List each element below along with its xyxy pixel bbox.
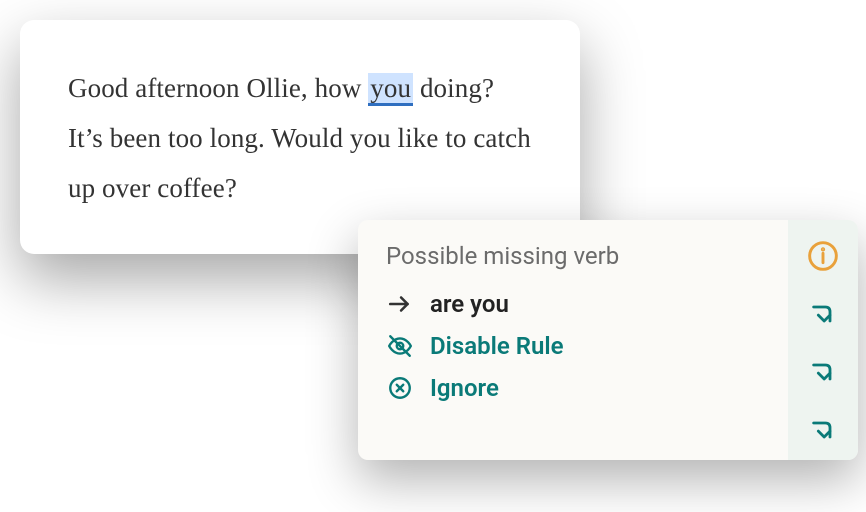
popup-title: Possible missing verb (386, 242, 764, 270)
eye-off-icon (386, 332, 414, 360)
corner-down-icon[interactable] (805, 354, 841, 390)
popup-aside (788, 220, 858, 460)
corner-down-icon[interactable] (805, 296, 841, 332)
suggestion-text: are you (430, 290, 509, 318)
info-icon[interactable] (805, 238, 841, 274)
popup-main: Possible missing verb are you (358, 220, 788, 460)
arrow-right-icon (386, 290, 414, 318)
disable-rule-label: Disable Rule (430, 332, 564, 360)
ignore-row[interactable]: Ignore (386, 374, 764, 402)
text-before: Good afternoon Ollie, how (68, 73, 368, 103)
close-circle-icon (386, 374, 414, 402)
suggestion-row[interactable]: are you (386, 290, 764, 318)
ignore-label: Ignore (430, 374, 499, 402)
highlighted-word[interactable]: you (368, 73, 413, 106)
suggestion-popup: Possible missing verb are you (358, 220, 858, 460)
editor-text[interactable]: Good afternoon Ollie, how you doing? It’… (68, 64, 532, 214)
editor-card: Good afternoon Ollie, how you doing? It’… (20, 20, 580, 254)
disable-rule-row[interactable]: Disable Rule (386, 332, 764, 360)
corner-down-icon[interactable] (805, 412, 841, 448)
